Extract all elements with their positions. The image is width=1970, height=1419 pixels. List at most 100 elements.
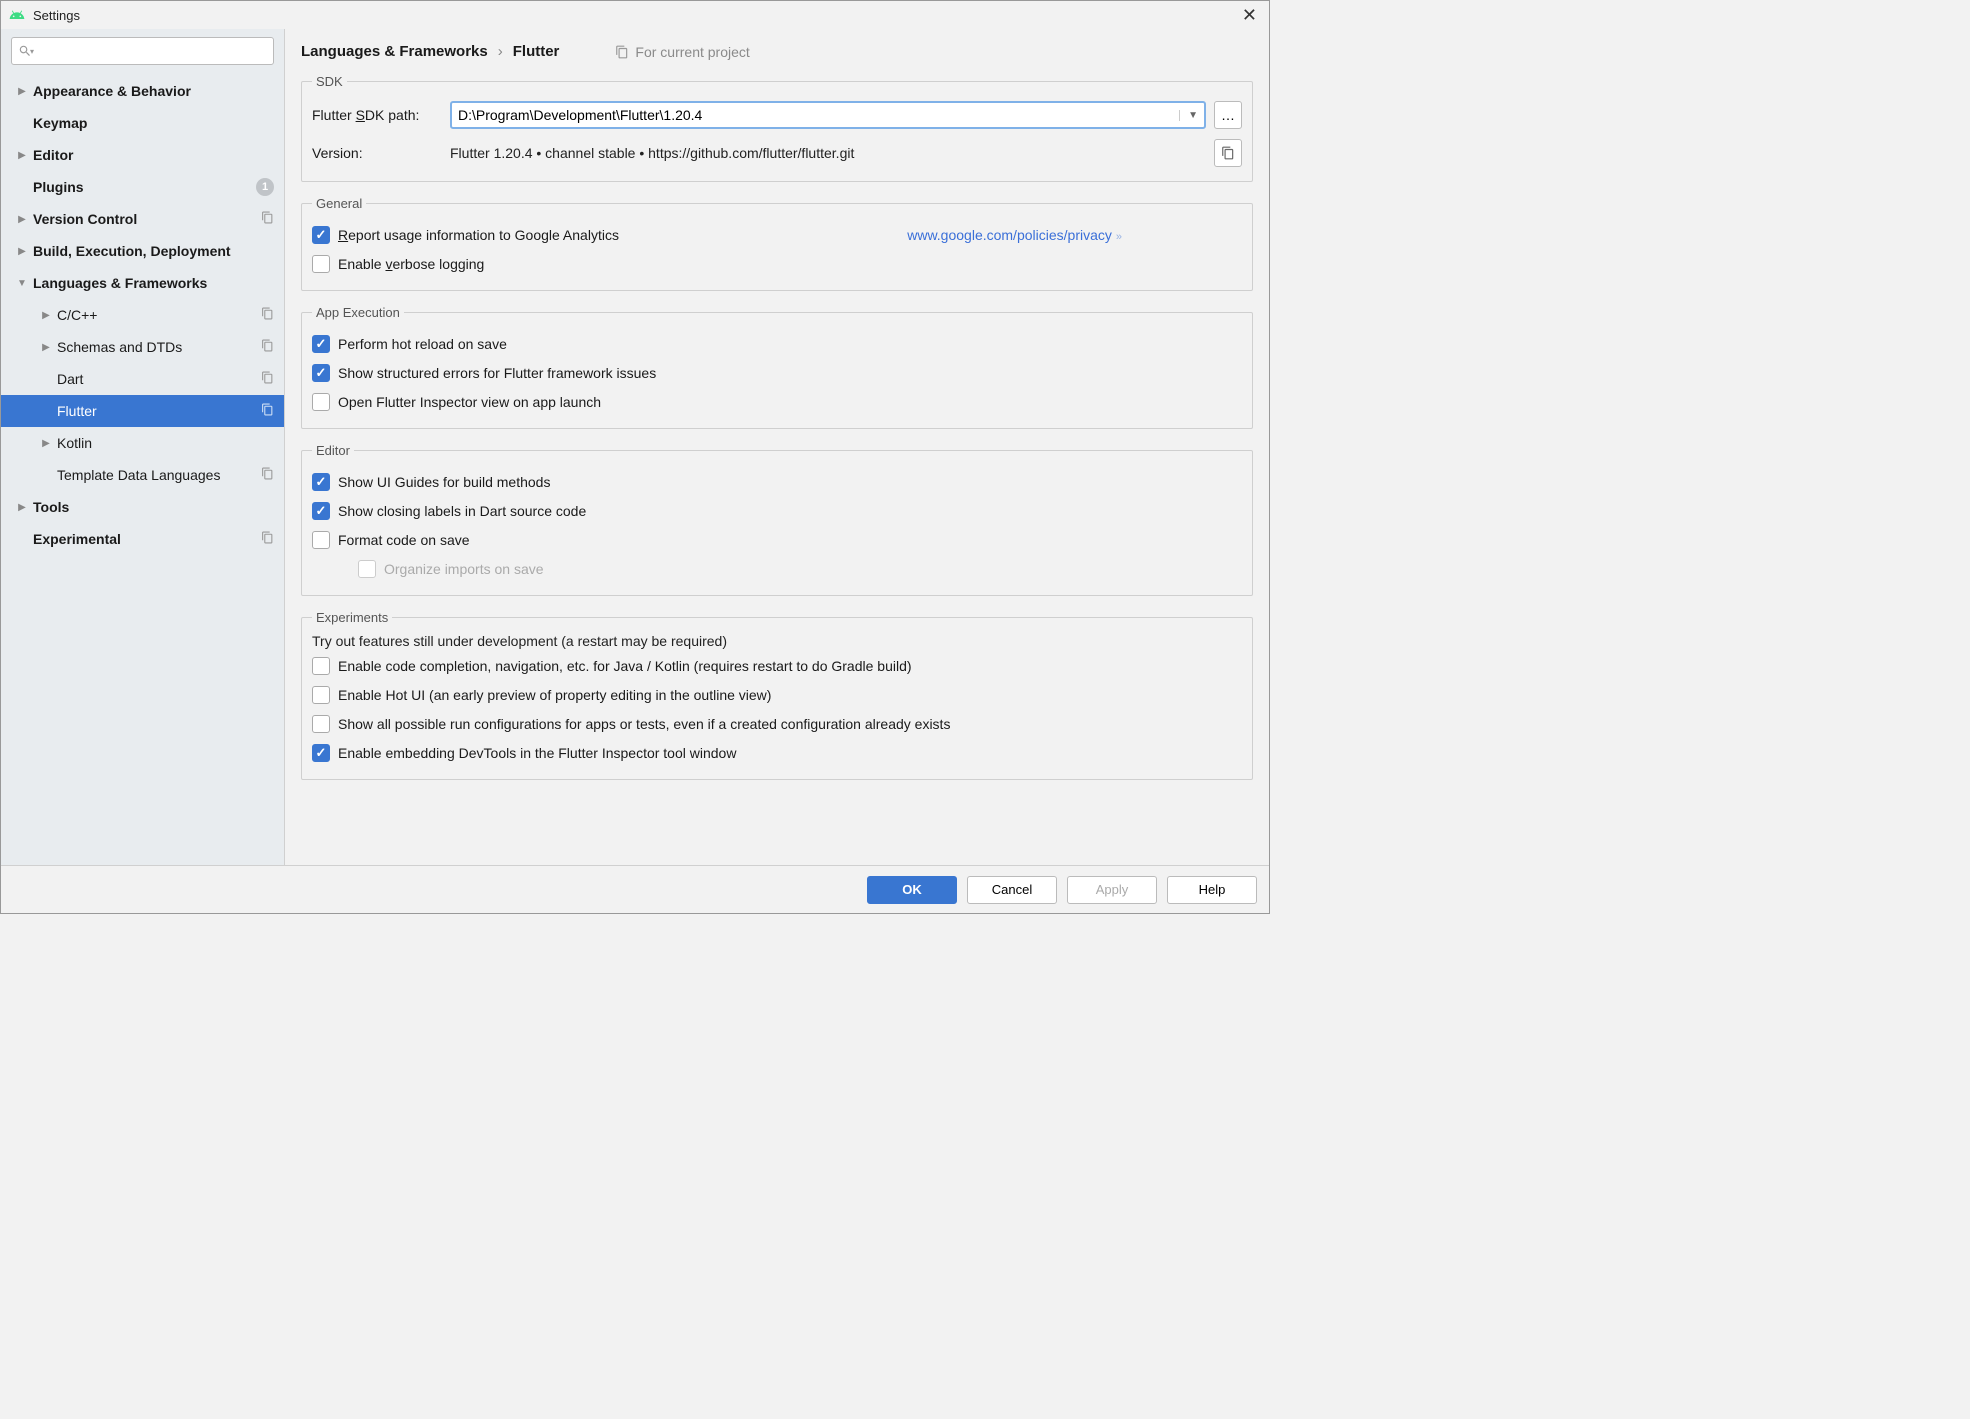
sidebar-item-schemas-and-dtds[interactable]: ▶ Schemas and DTDs xyxy=(1,331,284,363)
help-button[interactable]: Help xyxy=(1167,876,1257,904)
copy-icon xyxy=(261,371,274,387)
code-completion-checkbox[interactable] xyxy=(312,657,330,675)
report-usage-label: Report usage information to Google Analy… xyxy=(338,227,619,243)
sidebar-item-label: Schemas and DTDs xyxy=(57,339,261,355)
all-run-configs-checkbox[interactable] xyxy=(312,715,330,733)
closing-labels-checkbox[interactable] xyxy=(312,502,330,520)
hot-ui-checkbox[interactable] xyxy=(312,686,330,704)
sidebar-item-label: Editor xyxy=(33,147,274,163)
version-value: Flutter 1.20.4 • channel stable • https:… xyxy=(450,145,854,161)
ok-button[interactable]: OK xyxy=(867,876,957,904)
sidebar-item-label: Keymap xyxy=(33,115,274,131)
close-icon[interactable]: ✕ xyxy=(1238,5,1261,26)
breadcrumb-parent[interactable]: Languages & Frameworks xyxy=(301,43,488,60)
arrow-icon: ▶ xyxy=(15,502,29,513)
sidebar-item-build-execution-deployment[interactable]: ▶Build, Execution, Deployment xyxy=(1,235,284,267)
sdk-path-input[interactable] xyxy=(458,107,1179,123)
dropdown-icon: ▾ xyxy=(30,47,34,56)
sidebar-item-label: Dart xyxy=(57,371,261,387)
sidebar-item-label: Plugins xyxy=(33,179,256,195)
copy-button[interactable] xyxy=(1214,139,1242,167)
sidebar: ▾ ▶ Appearance & Behavior Keymap ▶ Editor Plu… xyxy=(1,29,285,865)
sidebar-item-label: Flutter xyxy=(57,403,261,419)
general-legend: General xyxy=(312,196,366,211)
ui-guides-label: Show UI Guides for build methods xyxy=(338,474,550,490)
copy-icon xyxy=(261,403,274,419)
arrow-icon: ▶ xyxy=(15,214,29,225)
main-panel: Languages & Frameworks › Flutter For cur… xyxy=(285,29,1269,865)
browse-button[interactable]: … xyxy=(1214,101,1242,129)
sidebar-item-languages-frameworks[interactable]: ▼Languages & Frameworks xyxy=(1,267,284,299)
titlebar: Settings ✕ xyxy=(1,1,1269,29)
sidebar-item-flutter[interactable]: Flutter xyxy=(1,395,284,427)
sidebar-item-keymap[interactable]: Keymap xyxy=(1,107,284,139)
search-field[interactable] xyxy=(38,44,267,59)
sidebar-item-dart[interactable]: Dart xyxy=(1,363,284,395)
sidebar-item-editor[interactable]: ▶ Editor xyxy=(1,139,284,171)
sidebar-item-version-control[interactable]: ▶ Version Control xyxy=(1,203,284,235)
chevron-down-icon[interactable]: ▼ xyxy=(1179,110,1198,121)
sidebar-item-tools[interactable]: ▶Tools xyxy=(1,491,284,523)
open-inspector-label: Open Flutter Inspector view on app launc… xyxy=(338,394,601,410)
ui-guides-checkbox[interactable] xyxy=(312,473,330,491)
arrow-icon: ▶ xyxy=(15,150,29,161)
editor-legend: Editor xyxy=(312,443,354,458)
sidebar-item-plugins[interactable]: Plugins1 xyxy=(1,171,284,203)
verbose-logging-checkbox[interactable] xyxy=(312,255,330,273)
sidebar-item-label: Version Control xyxy=(33,211,261,227)
copy-icon xyxy=(261,467,274,483)
experiments-group: Experiments Try out features still under… xyxy=(301,610,1253,780)
hot-reload-checkbox[interactable] xyxy=(312,335,330,353)
sidebar-item-experimental[interactable]: Experimental xyxy=(1,523,284,555)
sdk-path-combo[interactable]: ▼ xyxy=(450,101,1206,129)
cancel-button[interactable]: Cancel xyxy=(967,876,1057,904)
structured-errors-label: Show structured errors for Flutter frame… xyxy=(338,365,656,381)
experiments-desc: Try out features still under development… xyxy=(312,633,1242,649)
sidebar-item-c-c-[interactable]: ▶ C/C++ xyxy=(1,299,284,331)
embed-devtools-checkbox[interactable] xyxy=(312,744,330,762)
sidebar-item-label: Languages & Frameworks xyxy=(33,275,274,291)
sidebar-item-label: C/C++ xyxy=(57,307,261,323)
privacy-link[interactable]: www.google.com/policies/privacy» xyxy=(907,227,1122,243)
arrow-icon: ▶ xyxy=(39,342,53,353)
embed-devtools-label: Enable embedding DevTools in the Flutter… xyxy=(338,745,736,761)
arrow-icon: ▶ xyxy=(39,310,53,321)
breadcrumb: Languages & Frameworks › Flutter xyxy=(301,43,559,60)
sidebar-item-label: Template Data Languages xyxy=(57,467,261,483)
apply-button: Apply xyxy=(1067,876,1157,904)
editor-group: Editor Show UI Guides for build methods … xyxy=(301,443,1253,596)
arrow-icon: ▶ xyxy=(39,438,53,449)
badge: 1 xyxy=(256,178,274,196)
chevron-right-icon: › xyxy=(498,43,503,60)
sidebar-item-label: Kotlin xyxy=(57,435,274,451)
all-run-configs-label: Show all possible run configurations for… xyxy=(338,716,950,732)
format-on-save-label: Format code on save xyxy=(338,532,470,548)
closing-labels-label: Show closing labels in Dart source code xyxy=(338,503,586,519)
open-inspector-checkbox[interactable] xyxy=(312,393,330,411)
window-title: Settings xyxy=(33,8,80,23)
format-on-save-checkbox[interactable] xyxy=(312,531,330,549)
sidebar-item-template-data-languages[interactable]: Template Data Languages xyxy=(1,459,284,491)
copy-icon xyxy=(261,339,274,355)
sidebar-item-appearance-behavior[interactable]: ▶ Appearance & Behavior xyxy=(1,75,284,107)
version-label: Version: xyxy=(312,145,450,161)
search-input[interactable]: ▾ xyxy=(11,37,274,65)
app-execution-legend: App Execution xyxy=(312,305,404,320)
verbose-logging-label: Enable verbose logging xyxy=(338,256,484,272)
arrow-right-icon: » xyxy=(1116,231,1122,243)
structured-errors-checkbox[interactable] xyxy=(312,364,330,382)
scope-hint: For current project xyxy=(615,44,749,60)
organize-imports-label: Organize imports on save xyxy=(384,561,544,577)
report-usage-checkbox[interactable] xyxy=(312,226,330,244)
copy-icon xyxy=(261,211,274,227)
hot-ui-label: Enable Hot UI (an early preview of prope… xyxy=(338,687,771,703)
android-icon xyxy=(9,7,25,23)
sidebar-item-label: Appearance & Behavior xyxy=(33,83,274,99)
hot-reload-label: Perform hot reload on save xyxy=(338,336,507,352)
breadcrumb-current: Flutter xyxy=(513,43,560,60)
settings-tree: ▶ Appearance & Behavior Keymap ▶ Editor Plugi… xyxy=(1,75,284,865)
sidebar-item-kotlin[interactable]: ▶ Kotlin xyxy=(1,427,284,459)
arrow-icon: ▶ xyxy=(15,86,29,97)
arrow-icon: ▶ xyxy=(15,246,29,257)
sdk-legend: SDK xyxy=(312,74,347,89)
